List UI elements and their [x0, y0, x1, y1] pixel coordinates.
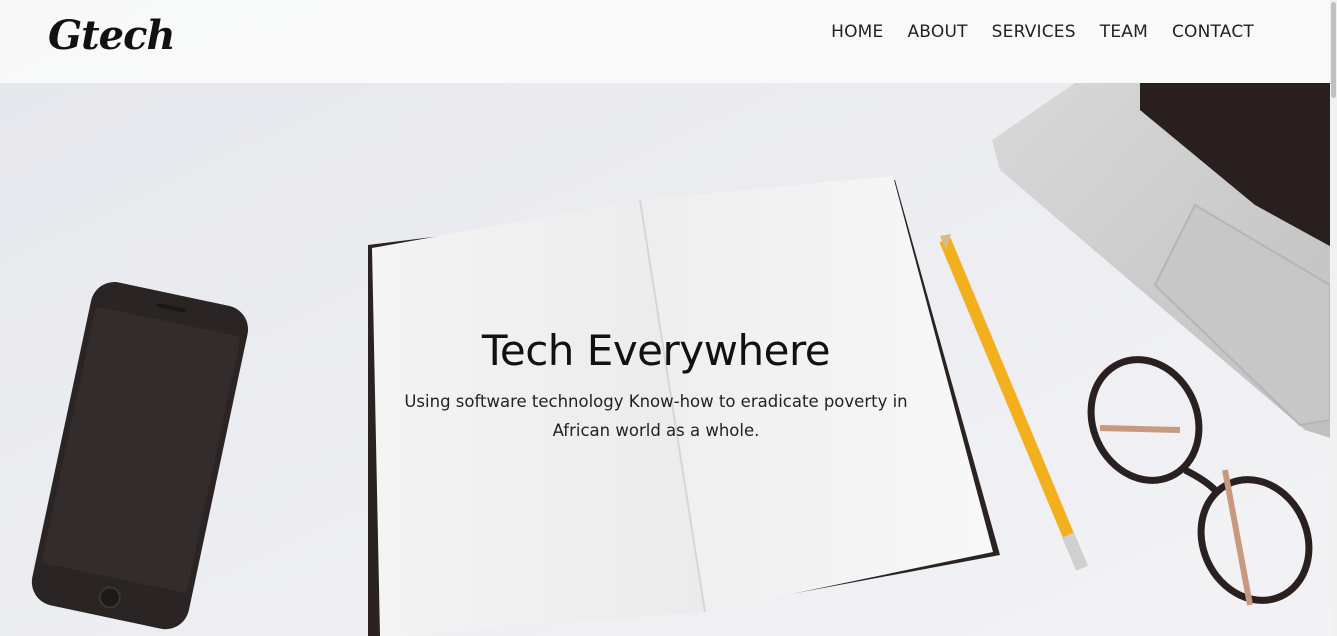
hero-subtitle: Using software technology Know-how to er… [404, 392, 908, 440]
main-nav: HOME ABOUT SERVICES TEAM CONTACT [831, 22, 1254, 42]
nav-link-about[interactable]: ABOUT [907, 22, 967, 42]
site-header: Gtech HOME ABOUT SERVICES TEAM CONTACT [0, 0, 1330, 83]
hero-content: Tech Everywhere Using software technolog… [380, 326, 932, 445]
scrollbar-thumb[interactable] [1331, 2, 1336, 98]
hero-background-image [0, 0, 1337, 636]
landing-page: Gtech HOME ABOUT SERVICES TEAM CONTACT T… [0, 0, 1337, 636]
site-logo[interactable]: Gtech [48, 12, 176, 59]
nav-link-contact[interactable]: CONTACT [1172, 22, 1254, 42]
nav-link-services[interactable]: SERVICES [992, 22, 1076, 42]
nav-link-team[interactable]: TEAM [1100, 22, 1148, 42]
nav-link-home[interactable]: HOME [831, 22, 883, 42]
hero-title: Tech Everywhere [481, 326, 831, 375]
page-scrollbar[interactable] [1330, 0, 1337, 636]
